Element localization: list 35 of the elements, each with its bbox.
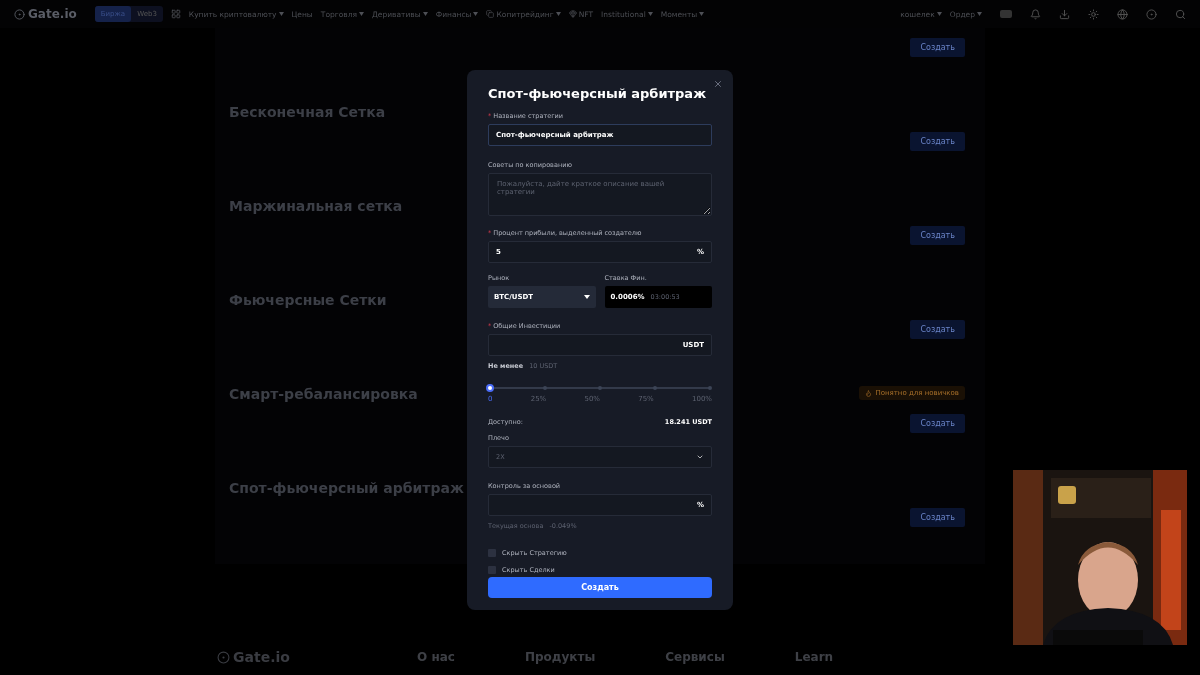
create-button[interactable]: Создать	[910, 320, 965, 339]
logo[interactable]: Gate.io	[14, 7, 77, 21]
grid-icon[interactable]	[170, 9, 181, 19]
download-icon[interactable]	[1059, 8, 1070, 20]
strategy-title: Фьючерсные Сетки	[229, 292, 387, 308]
strategy-title: Маржинальная сетка	[229, 198, 403, 214]
slider-thumb[interactable]	[486, 384, 494, 392]
create-button[interactable]: Создать	[910, 38, 965, 57]
strategy-title: Смарт-ребалансировка	[229, 386, 418, 402]
footer-heading: Сервисы	[665, 650, 725, 664]
footer-heading: Продукты	[524, 650, 596, 664]
checkbox[interactable]	[488, 566, 496, 574]
create-button[interactable]: Создать	[910, 508, 965, 527]
strategy-title: Бесконечная Сетка	[229, 104, 386, 120]
sun-icon[interactable]	[1088, 8, 1099, 20]
bell-icon[interactable]	[1030, 8, 1041, 20]
footer-heading: О нас	[417, 650, 455, 664]
create-button[interactable]: Создать	[488, 577, 712, 598]
gem-icon	[568, 10, 577, 18]
chevron-down-icon	[696, 453, 704, 461]
create-button[interactable]: Создать	[910, 226, 965, 245]
dialog-title: Спот-фьючерсный арбитраж	[488, 86, 708, 101]
search-icon[interactable]	[1175, 8, 1186, 20]
create-button[interactable]: Создать	[910, 414, 965, 433]
close-icon[interactable]	[713, 79, 723, 89]
create-button[interactable]: Создать	[910, 132, 965, 151]
caret-icon	[583, 295, 590, 299]
footer-heading: Learn	[794, 650, 834, 664]
checkbox[interactable]	[488, 549, 496, 557]
strategy-title: Спот-фьючерсный арбитраж	[229, 480, 464, 496]
circle-icon[interactable]	[1146, 8, 1157, 20]
copy-icon	[486, 10, 495, 18]
footer-logo[interactable]: Gate.io	[217, 649, 347, 665]
globe-icon[interactable]	[1117, 8, 1128, 20]
profile-icon[interactable]	[1000, 10, 1012, 18]
